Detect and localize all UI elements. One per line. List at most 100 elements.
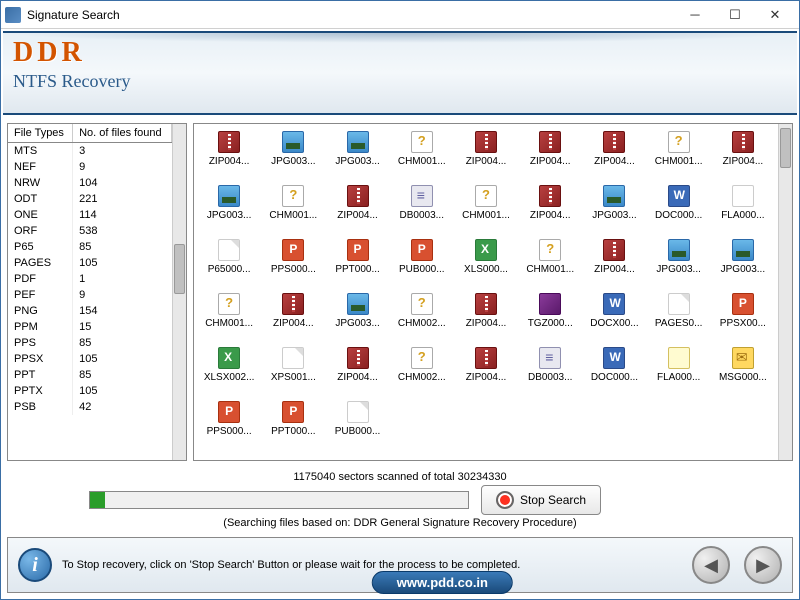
cell-count: 114 bbox=[73, 207, 172, 223]
table-row[interactable]: ORF538 bbox=[8, 223, 172, 239]
file-item[interactable]: ZIP004... bbox=[519, 182, 581, 234]
file-item[interactable]: PAGES0... bbox=[648, 290, 710, 342]
file-item[interactable]: XLS000... bbox=[455, 236, 517, 288]
scrollbar-thumb[interactable] bbox=[780, 128, 791, 168]
file-type-icon bbox=[731, 346, 755, 370]
file-type-icon bbox=[281, 346, 305, 370]
table-row[interactable]: PSB42 bbox=[8, 399, 172, 415]
table-row[interactable]: NEF9 bbox=[8, 159, 172, 175]
cell-type: ORF bbox=[8, 223, 73, 239]
file-item[interactable]: PPS000... bbox=[262, 236, 324, 288]
url-link[interactable]: www.pdd.co.in bbox=[372, 571, 513, 594]
file-item[interactable]: CHM001... bbox=[455, 182, 517, 234]
file-item[interactable]: CHM001... bbox=[519, 236, 581, 288]
file-type-icon bbox=[731, 130, 755, 154]
file-item[interactable]: FLA000... bbox=[648, 344, 710, 396]
file-type-icon bbox=[602, 130, 626, 154]
file-item[interactable]: DOCX00... bbox=[583, 290, 645, 342]
back-button[interactable]: ◀ bbox=[692, 546, 730, 584]
file-label: PUB000... bbox=[393, 264, 451, 275]
file-item[interactable]: ZIP004... bbox=[712, 128, 774, 180]
file-item[interactable]: JPG003... bbox=[583, 182, 645, 234]
file-item[interactable]: TGZ000... bbox=[519, 290, 581, 342]
table-row[interactable]: ODT221 bbox=[8, 191, 172, 207]
file-item[interactable]: ZIP004... bbox=[455, 290, 517, 342]
table-row[interactable]: ONE114 bbox=[8, 207, 172, 223]
file-item[interactable]: CHM002... bbox=[391, 344, 453, 396]
file-item[interactable]: CHM001... bbox=[391, 128, 453, 180]
file-item[interactable]: JPG003... bbox=[326, 128, 388, 180]
file-item[interactable]: DOC000... bbox=[583, 344, 645, 396]
file-item[interactable]: XPS001... bbox=[262, 344, 324, 396]
file-item[interactable]: PPT000... bbox=[262, 398, 324, 450]
stop-search-button[interactable]: Stop Search bbox=[481, 485, 601, 515]
file-item[interactable]: PPS000... bbox=[198, 398, 260, 450]
file-item[interactable]: CHM002... bbox=[391, 290, 453, 342]
file-item[interactable]: ZIP004... bbox=[519, 128, 581, 180]
right-scrollbar[interactable] bbox=[778, 124, 792, 460]
maximize-button[interactable]: ☐ bbox=[715, 3, 755, 27]
table-row[interactable]: PPT85 bbox=[8, 367, 172, 383]
file-label: ZIP004... bbox=[521, 156, 579, 167]
progress-area: 1175040 sectors scanned of total 3023433… bbox=[1, 467, 799, 533]
cell-count: 85 bbox=[73, 367, 172, 383]
file-item[interactable]: CHM001... bbox=[262, 182, 324, 234]
table-row[interactable]: PPSX105 bbox=[8, 351, 172, 367]
file-item[interactable]: PPT000... bbox=[326, 236, 388, 288]
file-item[interactable]: FLA000... bbox=[712, 182, 774, 234]
file-item[interactable]: PUB000... bbox=[326, 398, 388, 450]
forward-button[interactable]: ▶ bbox=[744, 546, 782, 584]
cell-count: 1 bbox=[73, 271, 172, 287]
close-button[interactable]: ✕ bbox=[755, 3, 795, 27]
scrollbar-thumb[interactable] bbox=[174, 244, 185, 294]
stop-label: Stop Search bbox=[520, 493, 586, 507]
file-item[interactable]: PUB000... bbox=[391, 236, 453, 288]
file-item[interactable]: JPG003... bbox=[198, 182, 260, 234]
table-row[interactable]: MTS3 bbox=[8, 143, 172, 160]
table-row[interactable]: PNG154 bbox=[8, 303, 172, 319]
table-row[interactable]: PEF9 bbox=[8, 287, 172, 303]
table-row[interactable]: PPM15 bbox=[8, 319, 172, 335]
table-row[interactable]: PPTX105 bbox=[8, 383, 172, 399]
file-type-icon bbox=[667, 184, 691, 208]
file-item[interactable]: P65000... bbox=[198, 236, 260, 288]
file-item[interactable]: JPG003... bbox=[712, 236, 774, 288]
cell-type: PPSX bbox=[8, 351, 73, 367]
file-label: CHM001... bbox=[521, 264, 579, 275]
file-item[interactable]: ZIP004... bbox=[455, 128, 517, 180]
file-item[interactable]: PPSX00... bbox=[712, 290, 774, 342]
cell-type: PSB bbox=[8, 399, 73, 415]
file-item[interactable]: ZIP004... bbox=[583, 128, 645, 180]
file-item[interactable]: ZIP004... bbox=[198, 128, 260, 180]
cell-type: PPM bbox=[8, 319, 73, 335]
col-files-found[interactable]: No. of files found bbox=[73, 124, 172, 143]
file-item[interactable]: ZIP004... bbox=[583, 236, 645, 288]
file-item[interactable]: DB0003... bbox=[519, 344, 581, 396]
file-type-icon bbox=[667, 238, 691, 262]
file-item[interactable]: ZIP004... bbox=[455, 344, 517, 396]
file-item[interactable]: ZIP004... bbox=[326, 344, 388, 396]
table-row[interactable]: P6585 bbox=[8, 239, 172, 255]
table-row[interactable]: PPS85 bbox=[8, 335, 172, 351]
minimize-button[interactable]: ─ bbox=[675, 3, 715, 27]
left-scrollbar[interactable] bbox=[172, 124, 186, 460]
file-item[interactable]: ZIP004... bbox=[326, 182, 388, 234]
file-item[interactable]: DB0003... bbox=[391, 182, 453, 234]
file-item[interactable]: MSG000... bbox=[712, 344, 774, 396]
table-row[interactable]: PAGES105 bbox=[8, 255, 172, 271]
file-item[interactable]: CHM001... bbox=[648, 128, 710, 180]
file-item[interactable]: CHM001... bbox=[198, 290, 260, 342]
table-row[interactable]: NRW104 bbox=[8, 175, 172, 191]
col-file-types[interactable]: File Types bbox=[8, 124, 73, 143]
file-item[interactable]: JPG003... bbox=[326, 290, 388, 342]
file-item[interactable]: JPG003... bbox=[262, 128, 324, 180]
file-label: ZIP004... bbox=[585, 264, 643, 275]
table-row[interactable]: PDF1 bbox=[8, 271, 172, 287]
file-item[interactable]: XLSX002... bbox=[198, 344, 260, 396]
file-item[interactable]: JPG003... bbox=[648, 236, 710, 288]
file-item[interactable]: ZIP004... bbox=[262, 290, 324, 342]
cell-type: PEF bbox=[8, 287, 73, 303]
file-type-icon bbox=[281, 292, 305, 316]
file-item[interactable]: DOC000... bbox=[648, 182, 710, 234]
cell-type: MTS bbox=[8, 143, 73, 160]
